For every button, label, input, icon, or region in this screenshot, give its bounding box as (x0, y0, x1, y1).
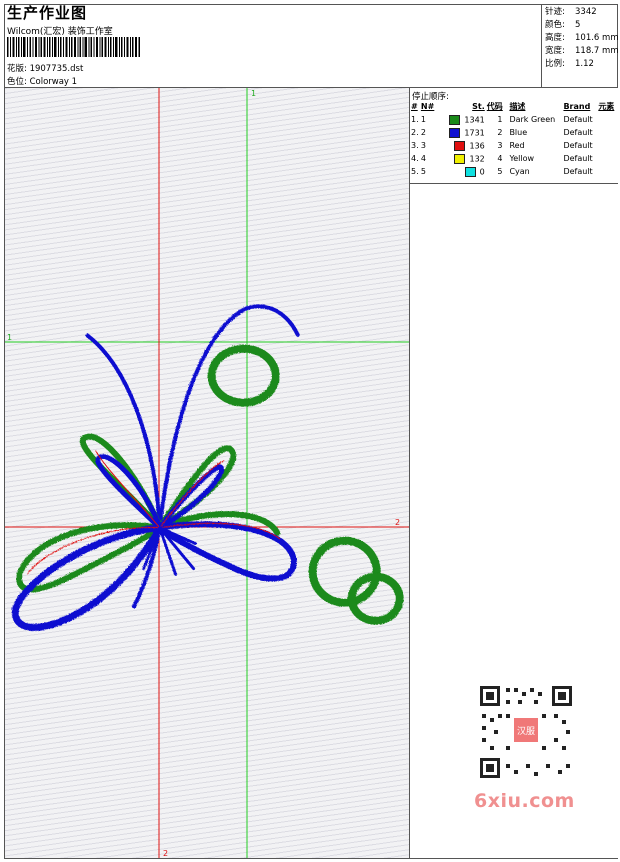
color-row: 1. 1 1341 1 Dark Green Default (410, 113, 618, 126)
color-row: 5. 5 0 5 Cyan Default (410, 165, 618, 178)
guide-label-bottom: 2 (163, 849, 168, 858)
row-needle: 4 (420, 154, 426, 163)
stat-colors: 颜色: 5 (545, 20, 581, 30)
stitch-ring-top (207, 344, 279, 406)
color-row: 3. 3 136 3 Red Default (410, 139, 618, 152)
row-description: Red (509, 141, 525, 150)
row-stitches: 0 (442, 165, 486, 178)
row-needle: 2 (420, 128, 426, 137)
row-code: 2 (497, 128, 503, 137)
row-element (597, 113, 618, 126)
row-element (597, 165, 618, 178)
file-label: 花版: (7, 64, 27, 74)
row-description: Cyan (509, 167, 530, 176)
color-swatch (449, 127, 461, 138)
row-stitches: 132 (442, 152, 486, 165)
stitch-ring-large (308, 536, 380, 606)
design-canvas: 1 1 2 2 (5, 88, 409, 858)
row-code: 1 (497, 115, 503, 124)
stat-scale: 比例: 1.12 (545, 59, 594, 69)
row-element (597, 139, 618, 152)
color-table-header: # N# St. 代码 描述 Brand 元素 (411, 102, 615, 111)
row-number: 1. (411, 115, 419, 124)
color-row: 2. 2 1731 2 Blue Default (410, 126, 618, 139)
watermark-text: 6xiu.com (474, 790, 575, 812)
row-brand: Default (563, 167, 593, 176)
guide-label-top: 1 (251, 89, 256, 98)
colorway-label: 色位: (7, 77, 27, 87)
stat-height: 高度: 101.6 mm (545, 33, 619, 43)
row-brand: Default (563, 128, 593, 137)
color-swatch (449, 114, 461, 125)
page-title: 生产作业图 (7, 4, 88, 22)
row-number: 4. (411, 154, 419, 163)
row-description: Yellow (509, 154, 535, 163)
row-number: 2. (411, 128, 419, 137)
row-code: 4 (497, 154, 503, 163)
embroidery-design: 1 1 2 2 (5, 88, 409, 858)
stat-stitches: 针迹: 3342 (545, 7, 597, 17)
guide-label-left: 1 (7, 333, 12, 342)
barcode (7, 37, 140, 57)
row-code: 3 (497, 141, 503, 150)
row-description: Blue (509, 128, 528, 137)
row-element (597, 152, 618, 165)
stats-box: 针迹: 3342 颜色: 5 高度: 101.6 mm 宽度: 118.7 mm 比例:… (541, 4, 619, 87)
row-description: Dark Green (509, 115, 556, 124)
file-line: 花版: 1907735.dst (7, 62, 83, 74)
row-needle: 5 (420, 167, 426, 176)
row-brand: Default (563, 115, 593, 124)
file-name: 1907735.dst (29, 64, 84, 74)
color-table: # N# St. 代码 描述 Brand 元素 1. 1 1341 1 Dark Gre… (410, 100, 618, 178)
row-stitches: 1731 (442, 126, 486, 139)
color-swatch (454, 140, 466, 151)
color-swatch (454, 153, 466, 164)
row-number: 3. (411, 141, 419, 150)
colorway-value: Colorway 1 (29, 77, 78, 87)
color-swatch (464, 166, 476, 177)
row-number: 5. (411, 167, 419, 176)
row-stitches: 1341 (442, 113, 486, 126)
row-stitches: 136 (442, 139, 486, 152)
stat-width: 宽度: 118.7 mm (545, 46, 619, 56)
row-code: 5 (497, 167, 503, 176)
color-row: 4. 4 132 4 Yellow Default (410, 152, 618, 165)
row-needle: 3 (420, 141, 426, 150)
studio-name: Wilcom(汇宏) 装饰工作室 (7, 27, 113, 37)
guide-label-right: 2 (395, 518, 400, 527)
row-element (597, 126, 618, 139)
qr-stamp-text: 汉服 (517, 726, 535, 737)
row-brand: Default (563, 141, 593, 150)
row-brand: Default (563, 154, 593, 163)
row-needle: 1 (420, 115, 426, 124)
colorway-line: 色位: Colorway 1 (7, 75, 77, 87)
qr-code: 汉服 (470, 680, 582, 784)
sequence-divider (410, 183, 618, 184)
